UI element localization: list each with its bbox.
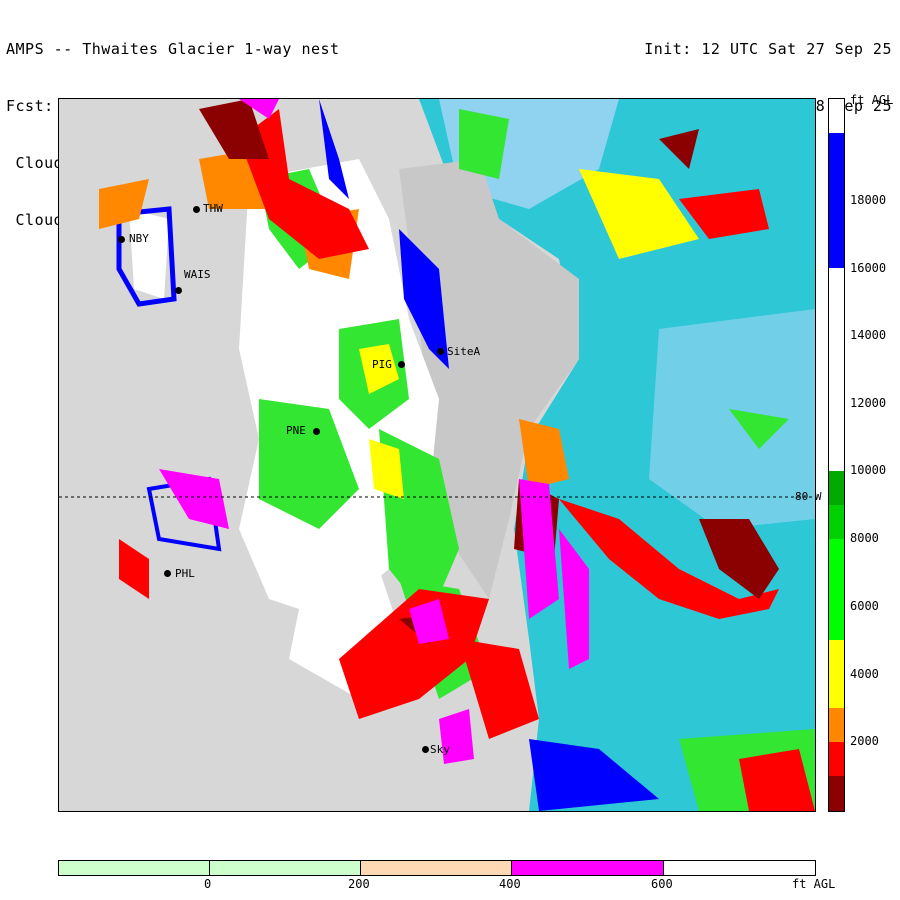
cbar-seg-red [829,742,844,776]
cloud-red-4 [459,639,539,739]
map-panel [58,98,816,812]
vlabel-6000: 6000 [850,599,879,613]
cbar-seg-darkred [829,776,844,811]
hlabel-400: 400 [499,877,521,891]
vertical-colorbar [828,98,845,812]
vlabel-14000: 14000 [850,328,887,342]
vlabel-16000: 16000 [850,261,887,275]
vlabel-2000: 2000 [850,734,879,748]
site-pig-marker [398,361,405,368]
cbar-seg-lightgreen [829,539,844,640]
hbar-seg-magenta [512,861,664,875]
site-phl-marker [164,570,171,577]
site-phl-label: PHL [175,567,195,580]
site-nby-label: NBY [129,232,149,245]
cloud-magenta-2 [159,469,229,529]
init-time: Init: 12 UTC Sat 27 Sep 25 [644,40,892,58]
vertical-colorbar-unit: ft AGL [850,93,894,107]
vlabel-8000: 8000 [850,531,879,545]
hlabel-600: 600 [651,877,673,891]
site-wais-marker [175,287,182,294]
vlabel-12000: 12000 [850,396,887,410]
cbar-seg-yellow [829,640,844,708]
site-pne-label: PNE [286,424,306,437]
cbar-seg-darkgreen [829,471,844,505]
hbar-seg-peach [361,861,512,875]
site-sitea-label: SiteA [447,345,481,358]
cbar-seg-white [829,268,844,471]
cbar-seg-orange [829,708,844,742]
vlabel-10000: 10000 [850,463,887,477]
site-sky-label: Sky [430,743,450,756]
site-thw-label: THW [203,202,223,215]
site-wais-label: WAIS [184,268,211,281]
horizontal-colorbar [58,860,816,876]
vlabel-4000: 4000 [850,667,879,681]
hbar-seg-white [664,861,815,875]
site-pne-marker [313,428,320,435]
cbar-seg-white-top [829,99,844,133]
site-thw-marker [193,206,200,213]
cbar-seg-blue [829,133,844,268]
cloud-red-7 [119,539,149,599]
map-canvas [59,99,815,811]
hbar-seg-lightgreen-1 [59,861,210,875]
site-pig-label: PIG [372,358,392,371]
site-sitea-marker [437,348,444,355]
hbar-seg-lightgreen-2 [210,861,361,875]
hlabel-200: 200 [348,877,370,891]
ocean-light-2 [649,309,815,529]
map-title: AMPS -- Thwaites Glacier 1-way nest [6,40,340,58]
cbar-seg-green [829,505,844,539]
horizontal-colorbar-unit: ft AGL [792,877,836,891]
site-nby-marker [118,236,125,243]
hlabel-0: 0 [204,877,212,891]
latitude-label: 80 W [795,490,822,503]
vlabel-18000: 18000 [850,193,887,207]
site-sky-marker [422,746,429,753]
cloud-white-2 [129,209,169,299]
